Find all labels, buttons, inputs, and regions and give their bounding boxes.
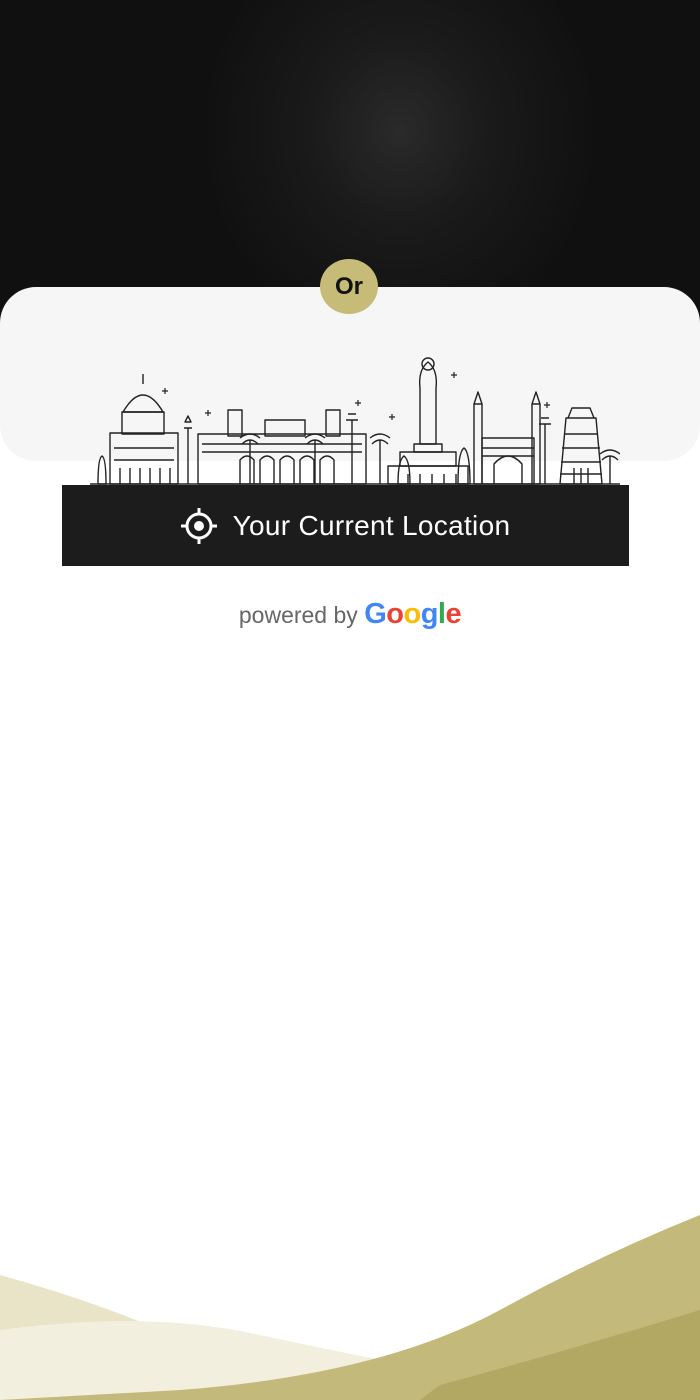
current-location-button[interactable]: Your Current Location (62, 485, 629, 566)
decorative-wave (0, 1215, 700, 1400)
or-badge: Or (320, 259, 378, 314)
google-logo: Google (364, 598, 461, 630)
crosshair-icon (180, 507, 217, 544)
google-letter: o (403, 598, 421, 630)
google-letter: G (364, 598, 387, 630)
google-attribution: powered by Google (0, 598, 700, 631)
google-letter: g (420, 598, 439, 630)
or-label: Or (334, 272, 363, 300)
google-letter: e (445, 598, 462, 630)
google-letter: o (386, 598, 404, 630)
powered-by-text: powered by (238, 602, 358, 628)
current-location-label: Your Current Location (232, 509, 511, 541)
city-skyline-illustration (90, 357, 620, 485)
